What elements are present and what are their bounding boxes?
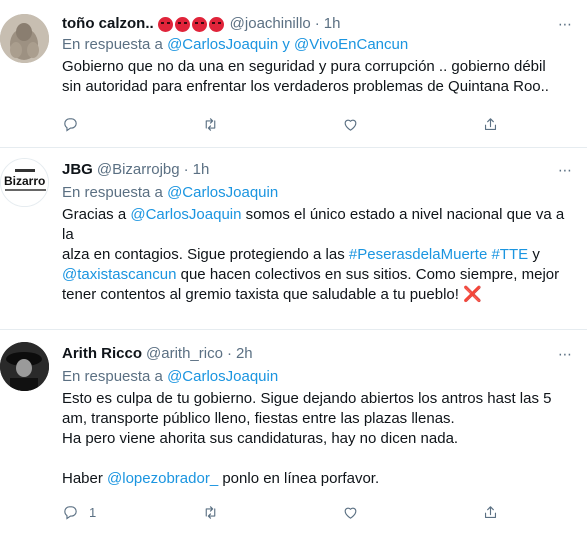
- separator: ·: [183, 161, 189, 178]
- heart-icon: [344, 507, 357, 519]
- share-button[interactable]: [482, 116, 587, 133]
- tweet-text-line: @taxistascancun que hacen colectivos en …: [62, 265, 573, 285]
- reply-mention-link[interactable]: @CarlosJoaquin: [167, 184, 278, 201]
- reply-mentions-link[interactable]: @CarlosJoaquin y @VivoEnCancun: [167, 36, 408, 53]
- timestamp[interactable]: 1h: [193, 160, 210, 180]
- angry-face-icon: [174, 16, 190, 32]
- more-options-icon[interactable]: ⋯: [558, 14, 573, 34]
- avatar-logo-text: Bizarro: [4, 174, 46, 188]
- hashtag-link[interactable]: #TTE: [491, 246, 528, 263]
- avatar[interactable]: [0, 342, 49, 391]
- mention-link[interactable]: @taxistascancun: [62, 266, 176, 283]
- timestamp[interactable]: 1h: [324, 14, 341, 34]
- handle[interactable]: @arith_rico: [146, 344, 223, 364]
- reply-button[interactable]: 1: [62, 504, 202, 521]
- tweet-text-line: Gracias a @CarlosJoaquin somos el único …: [62, 205, 573, 245]
- reply-prefix: En respuesta a: [62, 184, 163, 201]
- tweet-text: Gracias a @CarlosJoaquin somos el único …: [62, 205, 573, 305]
- reply-button[interactable]: [62, 116, 202, 133]
- hashtag-link[interactable]: #PeserasdelaMuerte: [349, 246, 487, 263]
- heart-icon: [344, 119, 357, 131]
- tweet-text: Esto es culpa de tu gobierno. Sigue deja…: [62, 389, 573, 489]
- text-run: alza en contagios. Sigue protegiendo a l…: [62, 246, 349, 263]
- display-name[interactable]: JBG: [62, 160, 93, 180]
- tweet[interactable]: Arith Ricco @arith_rico · 2h ⋯ En respue…: [0, 330, 587, 541]
- reply-prefix: En respuesta a: [62, 36, 163, 53]
- separator: ·: [226, 345, 232, 362]
- display-name[interactable]: Arith Ricco: [62, 344, 142, 364]
- retweet-icon: [205, 118, 216, 131]
- share-button[interactable]: [482, 504, 587, 521]
- text-run: ponlo en línea porfavor.: [218, 470, 380, 487]
- reply-mention-link[interactable]: @CarlosJoaquin: [167, 368, 278, 385]
- tweet-actions: [62, 116, 587, 133]
- reply-context: En respuesta a @CarlosJoaquin: [62, 367, 573, 387]
- tweet-text-line: Haber @lopezobrador_ ponlo en línea porf…: [62, 469, 573, 489]
- reply-prefix: En respuesta a: [62, 368, 163, 385]
- tweet-text-line: Ha pero viene ahorita sus candidaturas, …: [62, 430, 459, 447]
- reply-context: En respuesta a @CarlosJoaquin: [62, 183, 573, 203]
- more-options-icon[interactable]: ⋯: [558, 160, 573, 180]
- tweet-replies-feed: toño calzon.. @joachinillo · 1h ⋯ En res…: [0, 0, 587, 541]
- retweet-button[interactable]: [202, 504, 342, 521]
- tweet-text-line: am, transporte público lleno, fiestas en…: [62, 410, 455, 427]
- text-run: Gracias a: [62, 206, 131, 223]
- tweet-text: Gobierno que no da una en seguridad y pu…: [62, 57, 573, 97]
- angry-face-emojis: [157, 16, 226, 32]
- text-run: y: [528, 246, 540, 263]
- angry-face-icon: [157, 16, 173, 32]
- tweet[interactable]: toño calzon.. @joachinillo · 1h ⋯ En res…: [0, 0, 587, 148]
- tweet-text-line: alza en contagios. Sigue protegiendo a l…: [62, 245, 573, 265]
- avatar[interactable]: [0, 14, 49, 63]
- like-button[interactable]: [342, 504, 482, 521]
- reply-icon: [64, 506, 77, 520]
- angry-face-icon: [191, 16, 207, 32]
- text-run: que hacen colectivos en sus sitios. Como…: [176, 266, 560, 283]
- tweet[interactable]: Bizarro JBG @Bizarrojbg · 1h ⋯ En respue…: [0, 148, 587, 330]
- tweet-text-line: Gobierno que no da una en seguridad y pu…: [62, 58, 546, 75]
- timestamp[interactable]: 2h: [236, 344, 253, 364]
- reply-context: En respuesta a @CarlosJoaquin y @VivoEnC…: [62, 35, 573, 55]
- person-with-hat-avatar-image: [0, 342, 49, 391]
- share-icon: [484, 118, 497, 131]
- tweet-text-line: tener contentos al gremio taxista que sa…: [62, 285, 573, 305]
- retweet-icon: [205, 506, 216, 519]
- reply-count: 1: [89, 505, 97, 520]
- separator: ·: [314, 15, 320, 32]
- reply-icon: [64, 118, 77, 132]
- statue-avatar-image: [0, 14, 49, 63]
- mention-link[interactable]: @lopezobrador_: [107, 470, 218, 487]
- like-button[interactable]: [342, 116, 482, 133]
- share-icon: [484, 506, 497, 519]
- tweet-text-line: Esto es culpa de tu gobierno. Sigue deja…: [62, 390, 552, 407]
- avatar[interactable]: Bizarro: [0, 158, 49, 207]
- cross-mark-icon: ❌: [463, 286, 482, 303]
- handle[interactable]: @Bizarrojbg: [97, 160, 180, 180]
- tweet-actions: 1: [62, 504, 587, 521]
- display-name[interactable]: toño calzon..: [62, 14, 154, 34]
- handle[interactable]: @joachinillo: [230, 14, 311, 34]
- text-run: tener contentos al gremio taxista que sa…: [62, 286, 464, 303]
- tweet-text-line: sin autoridad para enfrentar los verdade…: [62, 78, 549, 95]
- text-run: Haber: [62, 470, 108, 487]
- mention-link[interactable]: @CarlosJoaquin: [130, 206, 241, 223]
- more-options-icon[interactable]: ⋯: [558, 344, 573, 364]
- retweet-button[interactable]: [202, 116, 342, 133]
- angry-face-icon: [208, 16, 224, 32]
